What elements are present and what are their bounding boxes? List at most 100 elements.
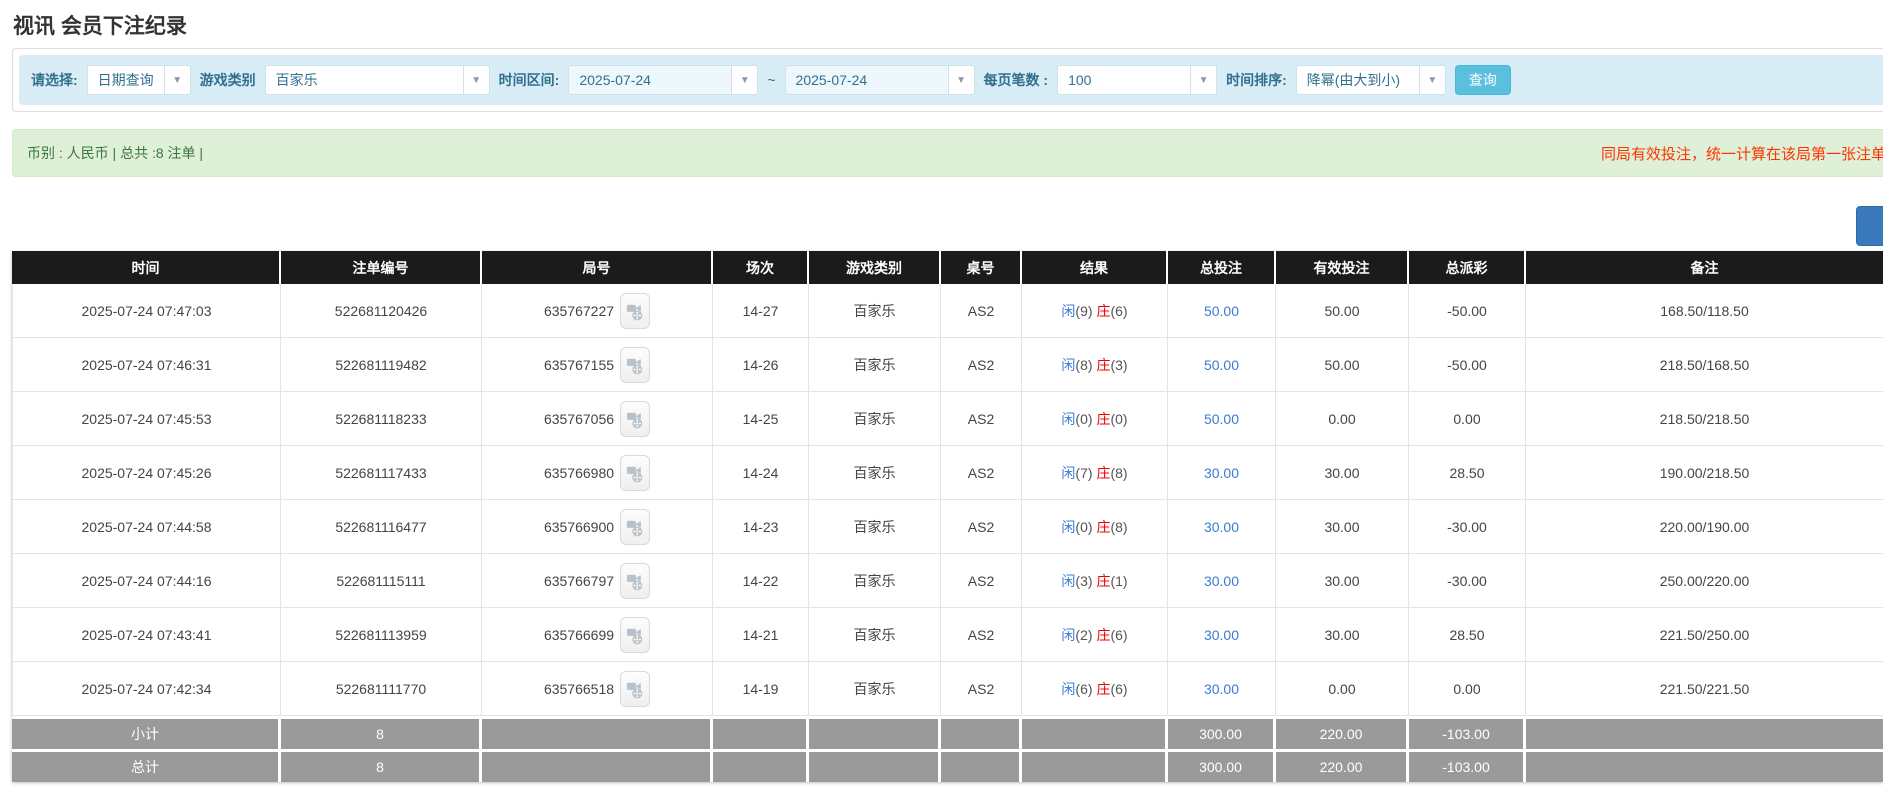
date-to-value[interactable]: 2025-07-24 (785, 65, 948, 95)
valid-bet-notice: 同局有效投注，统一计算在该局第一张注单内 (1601, 143, 1883, 164)
game-type-cell: 百家乐 (809, 284, 941, 338)
table-row: 2025-07-24 07:45:53 522681118233 6357670… (12, 392, 1883, 446)
video-replay-icon[interactable] (620, 293, 650, 329)
player-label: 闲 (1061, 681, 1075, 697)
total-row: 总计 8 300.00 220.00 -103.00 (12, 749, 1883, 782)
remark-cell: 250.00/220.00 (1526, 554, 1883, 608)
page-size-select[interactable]: 100 ▼ (1057, 65, 1217, 95)
chevron-down-icon[interactable]: ▼ (1190, 65, 1217, 95)
chevron-down-icon[interactable]: ▼ (948, 65, 975, 95)
chevron-down-icon[interactable]: ▼ (1419, 65, 1446, 95)
total-bet-link[interactable]: 50.00 (1204, 303, 1239, 319)
query-button[interactable]: 查询 (1455, 65, 1511, 95)
page-size-value[interactable]: 100 (1057, 65, 1190, 95)
video-replay-icon[interactable] (620, 509, 650, 545)
date-from-value[interactable]: 2025-07-24 (568, 65, 731, 95)
result-cell: 闲7 庄8 (1022, 446, 1168, 500)
round-no-value: 635766980 (544, 465, 614, 481)
session-cell: 14-25 (713, 392, 809, 446)
game-type-cell: 百家乐 (809, 446, 941, 500)
col-header-bet-no: 注单编号 (281, 251, 482, 284)
sort-value[interactable]: 降幂(由大到小) (1296, 65, 1419, 95)
remark-cell: 190.00/218.50 (1526, 446, 1883, 500)
filter-bar: 请选择: 日期查询 ▼ 游戏类别 百家乐 ▼ 时间区间: 2025-07-24 … (19, 55, 1883, 105)
round-no-cell: 635766518 (482, 662, 713, 716)
date-from-select[interactable]: 2025-07-24 ▼ (568, 65, 758, 95)
player-score: 6 (1075, 681, 1092, 697)
player-label: 闲 (1061, 519, 1075, 535)
table-no-cell: AS2 (941, 446, 1022, 500)
result-cell: 闲0 庄0 (1022, 392, 1168, 446)
subtotal-valid-bet: 220.00 (1276, 716, 1409, 749)
currency-total-text: 币别 : 人民币 | 总共 :8 注单 | (27, 143, 203, 163)
total-bet-link[interactable]: 30.00 (1204, 519, 1239, 535)
remark-cell: 220.00/190.00 (1526, 500, 1883, 554)
banker-score: 6 (1110, 303, 1127, 319)
time-cell: 2025-07-24 07:43:41 (12, 608, 281, 662)
result-cell: 闲3 庄1 (1022, 554, 1168, 608)
summary-empty-cell (1526, 716, 1883, 749)
summary-empty-cell (941, 716, 1022, 749)
total-bet-link[interactable]: 30.00 (1204, 627, 1239, 643)
result-cell: 闲2 庄6 (1022, 608, 1168, 662)
payout-cell: -30.00 (1409, 554, 1526, 608)
table-no-cell: AS2 (941, 284, 1022, 338)
round-no-value: 635767155 (544, 357, 614, 373)
session-cell: 14-27 (713, 284, 809, 338)
subtotal-total-bet: 300.00 (1168, 716, 1276, 749)
bet-no-cell: 522681117433 (281, 446, 482, 500)
summary-empty-cell (809, 749, 941, 782)
betting-records-table: 时间 注单编号 局号 场次 游戏类别 桌号 结果 总投注 有效投注 总派彩 备注… (12, 251, 1883, 782)
export-button[interactable] (1856, 206, 1883, 246)
sort-select[interactable]: 降幂(由大到小) ▼ (1296, 65, 1446, 95)
chevron-down-icon[interactable]: ▼ (164, 65, 191, 95)
total-bet-link[interactable]: 50.00 (1204, 357, 1239, 373)
total-label: 总计 (12, 749, 281, 782)
total-bet-cell: 30.00 (1168, 662, 1276, 716)
col-header-time: 时间 (12, 251, 281, 284)
remark-cell: 218.50/168.50 (1526, 338, 1883, 392)
video-replay-icon[interactable] (620, 455, 650, 491)
total-bet-cell: 50.00 (1168, 392, 1276, 446)
game-type-value[interactable]: 百家乐 (265, 65, 463, 95)
video-replay-icon[interactable] (620, 617, 650, 653)
round-no-value: 635766900 (544, 519, 614, 535)
round-no-value: 635766797 (544, 573, 614, 589)
query-type-select[interactable]: 日期查询 ▼ (87, 65, 191, 95)
banker-score: 0 (1110, 411, 1127, 427)
result-cell: 闲6 庄6 (1022, 662, 1168, 716)
banker-label: 庄 (1096, 465, 1110, 481)
query-type-value[interactable]: 日期查询 (87, 65, 164, 95)
total-bet-link[interactable]: 30.00 (1204, 681, 1239, 697)
total-bet-link[interactable]: 30.00 (1204, 573, 1239, 589)
table-no-cell: AS2 (941, 608, 1022, 662)
valid-bet-cell: 50.00 (1276, 338, 1409, 392)
col-header-total-bet: 总投注 (1168, 251, 1276, 284)
total-bet-cell: 30.00 (1168, 608, 1276, 662)
game-type-cell: 百家乐 (809, 338, 941, 392)
summary-empty-cell (1526, 749, 1883, 782)
betting-records-page: 视讯 会员下注纪录 请选择: 日期查询 ▼ 游戏类别 百家乐 ▼ 时间区间: 2… (0, 0, 1883, 807)
date-to-select[interactable]: 2025-07-24 ▼ (785, 65, 975, 95)
session-cell: 14-19 (713, 662, 809, 716)
result-cell: 闲9 庄6 (1022, 284, 1168, 338)
video-replay-icon[interactable] (620, 347, 650, 383)
total-bet-link[interactable]: 30.00 (1204, 465, 1239, 481)
player-score: 2 (1075, 627, 1092, 643)
valid-bet-cell: 30.00 (1276, 446, 1409, 500)
video-replay-icon[interactable] (620, 401, 650, 437)
game-type-select[interactable]: 百家乐 ▼ (265, 65, 490, 95)
table-no-cell: AS2 (941, 338, 1022, 392)
total-valid-bet: 220.00 (1276, 749, 1409, 782)
total-bet-cell: 30.00 (1168, 500, 1276, 554)
chevron-down-icon[interactable]: ▼ (731, 65, 758, 95)
table-body: 2025-07-24 07:47:03 522681120426 6357672… (12, 284, 1883, 716)
banker-label: 庄 (1096, 303, 1110, 319)
chevron-down-icon[interactable]: ▼ (463, 65, 490, 95)
total-bet-link[interactable]: 50.00 (1204, 411, 1239, 427)
remark-cell: 221.50/221.50 (1526, 662, 1883, 716)
total-bet-cell: 50.00 (1168, 284, 1276, 338)
payout-cell: 0.00 (1409, 392, 1526, 446)
video-replay-icon[interactable] (620, 671, 650, 707)
video-replay-icon[interactable] (620, 563, 650, 599)
